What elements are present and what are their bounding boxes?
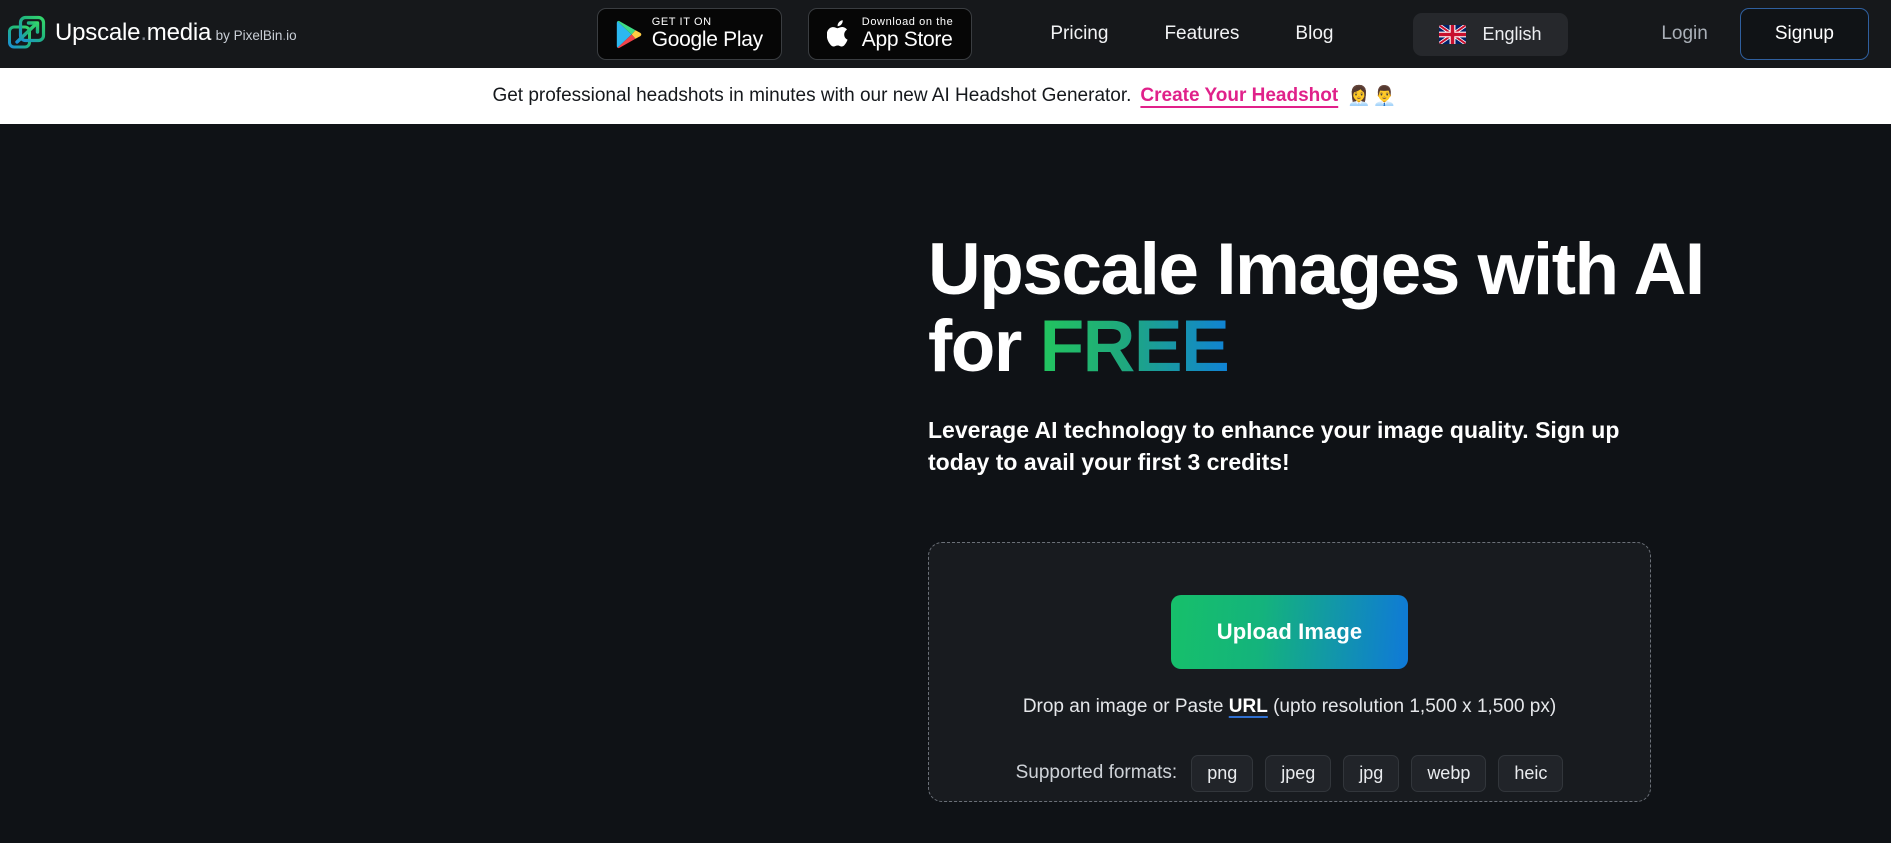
brand-title: Upscale.media	[55, 19, 212, 46]
announcement-banner: Get professional headshots in minutes wi…	[0, 68, 1891, 124]
drop-instructions: Drop an image or Paste URL (upto resolut…	[1023, 696, 1556, 718]
upscale-arrow-logo-icon	[8, 15, 46, 53]
paste-url-link[interactable]: URL	[1229, 696, 1268, 717]
page-title: Upscale Images with AI for FREE	[928, 229, 1891, 387]
login-button[interactable]: Login	[1635, 13, 1734, 55]
google-play-icon	[616, 20, 642, 49]
app-store-big-label: App Store	[861, 27, 953, 51]
format-chip-heic: heic	[1498, 754, 1564, 792]
hero-left-spacer	[0, 124, 928, 843]
drop-prefix: Drop an image or Paste	[1022, 695, 1229, 717]
nav-link-features[interactable]: Features	[1136, 15, 1267, 53]
upload-dropzone[interactable]: Upload Image Drop an image or Paste URL …	[928, 541, 1651, 802]
header-auth-group: Login Signup	[1635, 8, 1869, 60]
format-chip-jpg: jpg	[1343, 754, 1400, 792]
language-selector[interactable]: English	[1413, 12, 1568, 56]
headline-line-2-prefix: for	[928, 305, 1040, 387]
format-chip-png: png	[1191, 754, 1254, 792]
site-header: Upscale.media by PixelBin.io GET IT ON G…	[0, 0, 1891, 68]
brand-logo[interactable]: Upscale.media by PixelBin.io	[8, 15, 297, 53]
uk-flag-icon	[1439, 24, 1467, 44]
supported-formats-row: Supported formats: png jpeg jpg webp hei…	[1015, 754, 1564, 792]
brand-byline: by PixelBin.io	[215, 28, 297, 43]
apple-icon	[826, 19, 852, 49]
supported-formats-label: Supported formats:	[1015, 762, 1178, 784]
create-headshot-link[interactable]: Create Your Headshot	[1140, 85, 1338, 107]
google-play-button[interactable]: GET IT ON Google Play	[596, 8, 782, 60]
header-center-group: GET IT ON Google Play Download on the Ap…	[596, 8, 1568, 60]
app-store-label: Download on the App Store	[862, 17, 954, 51]
google-play-big-label: Google Play	[651, 27, 763, 51]
headline-line-1: Upscale Images with AI	[928, 229, 1705, 310]
banner-text: Get professional headshots in minutes wi…	[492, 85, 1132, 106]
business-person-emoji: 👩‍💼👨‍💼	[1347, 86, 1399, 107]
signup-button[interactable]: Signup	[1739, 8, 1869, 60]
google-play-label: GET IT ON Google Play	[652, 17, 763, 51]
app-store-button[interactable]: Download on the App Store	[807, 8, 973, 60]
hero-section: Upscale Images with AI for FREE Leverage…	[0, 124, 1891, 843]
brand-text: Upscale.media by PixelBin.io	[55, 21, 297, 47]
nav-link-blog[interactable]: Blog	[1267, 15, 1361, 53]
main-navigation: Pricing Features Blog	[1022, 15, 1361, 53]
hero-content: Upscale Images with AI for FREE Leverage…	[928, 124, 1891, 843]
format-chip-jpeg: jpeg	[1265, 754, 1332, 792]
drop-suffix: (upto resolution 1,500 x 1,500 px)	[1267, 695, 1557, 717]
upload-image-button[interactable]: Upload Image	[1171, 594, 1408, 669]
language-label: English	[1482, 23, 1542, 44]
hero-subtitle: Leverage AI technology to enhance your i…	[928, 417, 1620, 476]
format-chip-webp: webp	[1411, 754, 1487, 792]
nav-link-pricing[interactable]: Pricing	[1022, 15, 1136, 53]
headline-highlight-free: FREE	[1039, 305, 1230, 387]
